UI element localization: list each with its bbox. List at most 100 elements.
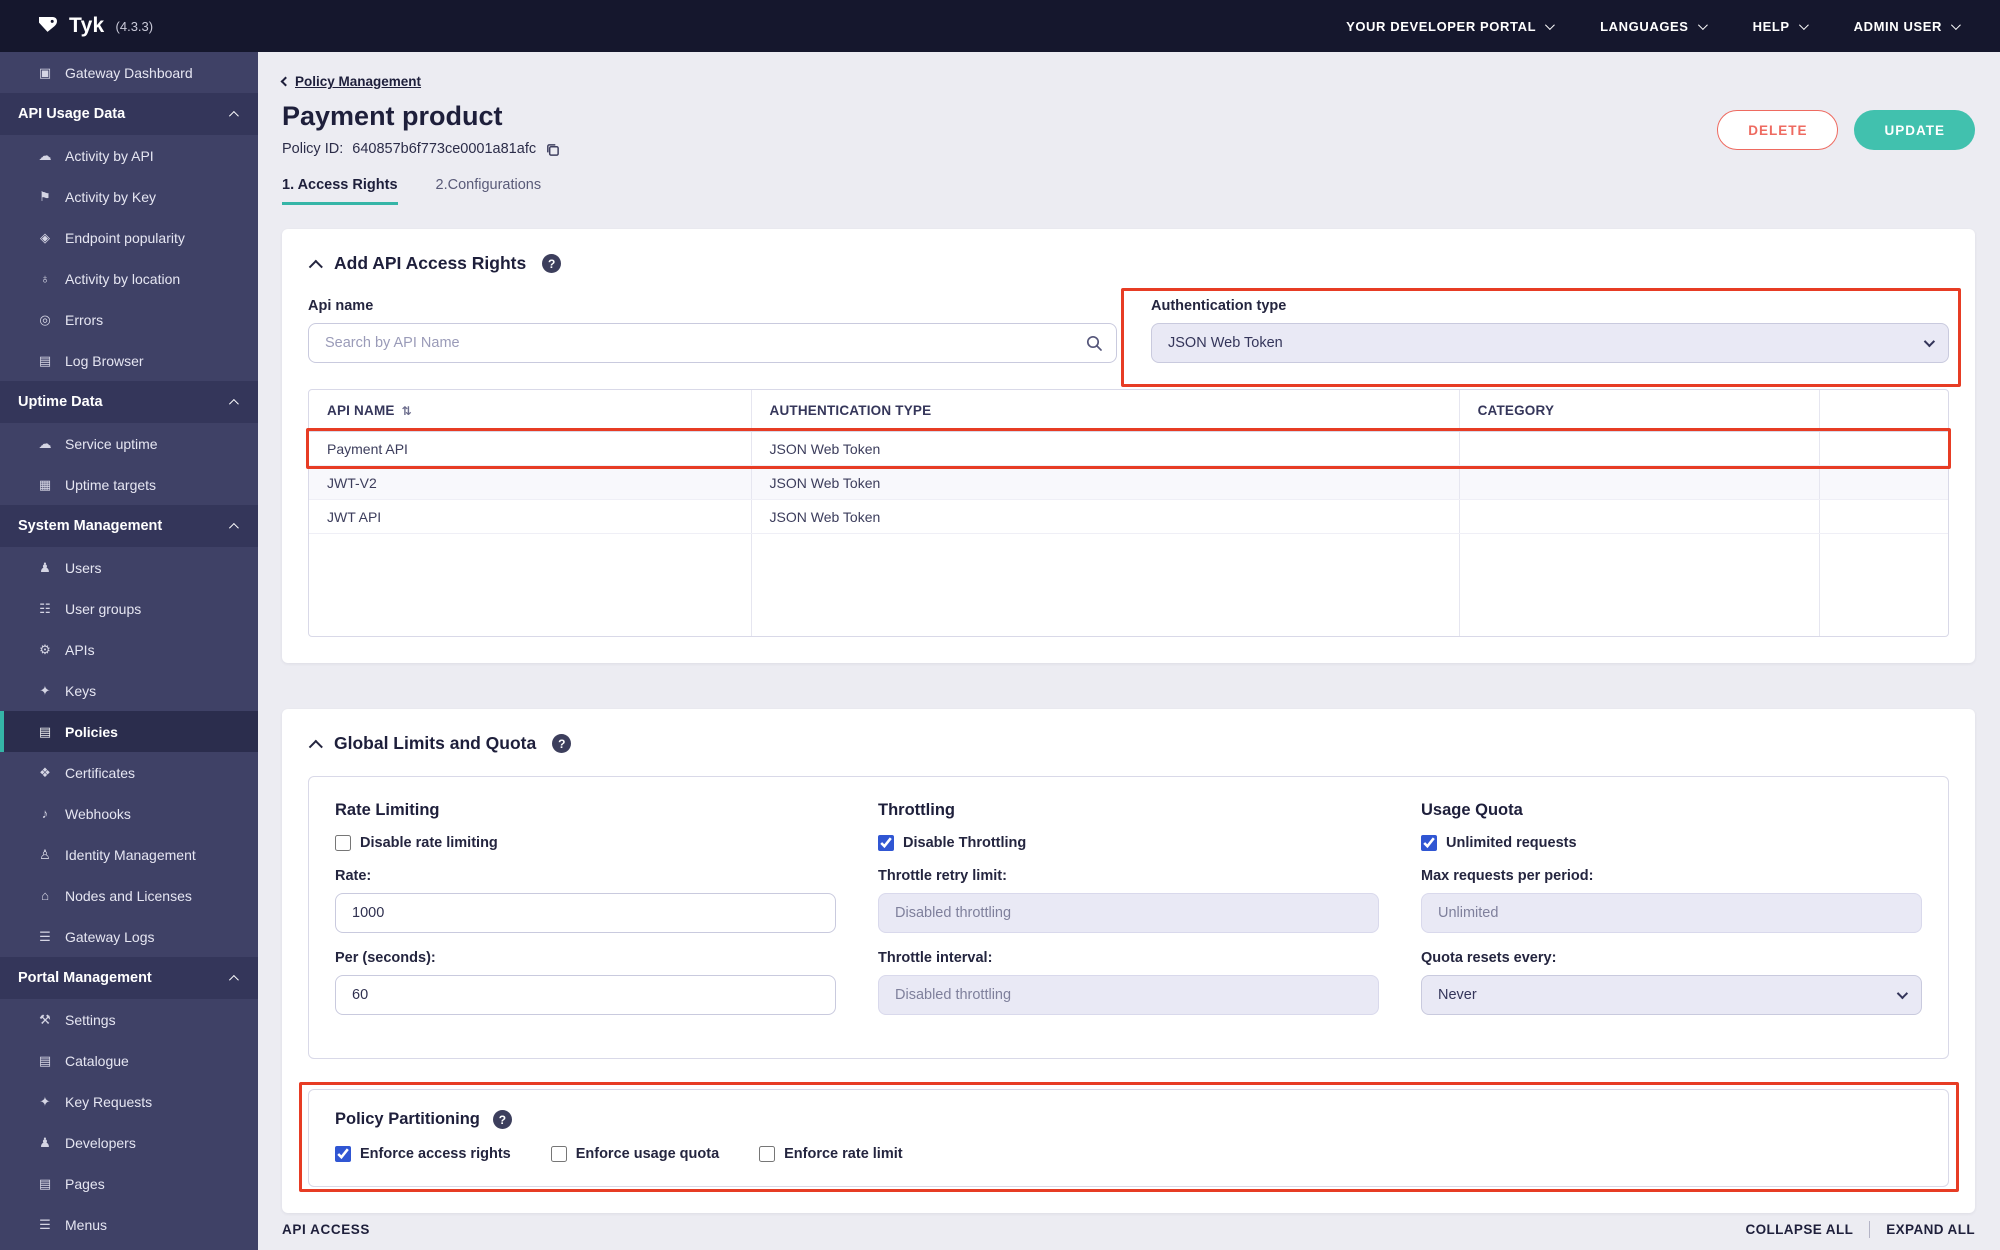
sidebar-item-log-browser[interactable]: ▤ Log Browser	[0, 340, 258, 381]
sidebar-item-key-requests[interactable]: ✦ Key Requests	[0, 1081, 258, 1122]
sidebar-item-label: Activity by location	[65, 270, 181, 287]
log-browser-icon: ▤	[38, 352, 52, 368]
chevron-up-icon	[228, 522, 239, 533]
help-icon[interactable]: ?	[552, 734, 572, 753]
update-button[interactable]: UPDATE	[1854, 110, 1975, 150]
menu-admin-user[interactable]: ADMIN USER	[1854, 19, 1961, 34]
sidebar-item-label: Settings	[65, 1011, 116, 1028]
max-requests-label: Max requests per period:	[1421, 868, 1594, 884]
sidebar-item-uptime-targets[interactable]: ▦ Uptime targets	[0, 464, 258, 505]
sidebar-item-keys[interactable]: ✦ Keys	[0, 670, 258, 711]
per-seconds-field: Per (seconds):	[335, 950, 836, 1015]
disable-rate-limiting-checkbox[interactable]	[335, 835, 351, 851]
sidebar-item-developers[interactable]: ♟ Developers	[0, 1122, 258, 1163]
help-icon[interactable]: ?	[492, 1110, 512, 1129]
rate-limiting-title: Rate Limiting	[335, 801, 440, 819]
collapse-chevron-icon[interactable]	[308, 739, 323, 754]
users-icon: ♟	[39, 559, 51, 575]
disable-throttling-option[interactable]: Disable Throttling	[878, 835, 1379, 851]
partition-option-enforce-access-rights[interactable]: Enforce access rights	[335, 1146, 511, 1162]
sidebar-item-errors[interactable]: ◎ Errors	[0, 299, 258, 340]
column-header-api-name[interactable]: API NAME ⇅	[309, 390, 752, 431]
menu-help[interactable]: HELP	[1753, 19, 1809, 34]
checkbox-label: Disable Throttling	[903, 835, 1027, 851]
sidebar-item-certificates[interactable]: ❖ Certificates	[0, 752, 258, 793]
sidebar-item-settings[interactable]: ⚒ Settings	[0, 999, 258, 1040]
key-requests-icon: ✦	[39, 1093, 51, 1109]
column-header-empty	[1820, 390, 1948, 431]
rate-input[interactable]	[335, 893, 836, 933]
sidebar-item-label: Webhooks	[65, 805, 131, 822]
partition-checkbox[interactable]	[550, 1146, 567, 1162]
sidebar-item-label: Key Requests	[65, 1093, 153, 1110]
partition-checkbox[interactable]	[759, 1146, 776, 1162]
unlimited-requests-checkbox[interactable]	[1421, 835, 1437, 851]
per-seconds-input[interactable]	[335, 975, 836, 1015]
sidebar-section-uptime-data[interactable]: Uptime Data	[0, 381, 258, 423]
sidebar-item-activity-by-location[interactable]: ♁ Activity by location	[0, 258, 258, 299]
sidebar-item-webhooks[interactable]: ♪ Webhooks	[0, 793, 258, 834]
menu-developer-portal[interactable]: YOUR DEVELOPER PORTAL	[1346, 18, 1555, 34]
sidebar-item-nodes-and-licenses[interactable]: ⌂ Nodes and Licenses	[0, 875, 258, 916]
sidebar-item-user-groups[interactable]: ☷ User groups	[0, 588, 258, 629]
disable-throttling-checkbox[interactable]	[878, 835, 894, 851]
table-row-jwt-v2[interactable]: JWT-V2 JSON Web Token	[309, 466, 1948, 500]
sidebar-item-gateway-dashboard[interactable]: ▣ Gateway Dashboard	[0, 52, 258, 93]
sidebar-item-activity-by-key[interactable]: ⚑ Activity by Key	[0, 176, 258, 217]
sidebar-item-activity-by-api[interactable]: ☁ Activity by API	[0, 135, 258, 176]
keys-icon: ✦	[39, 682, 51, 698]
quota-resets-field: Quota resets every: Never	[1421, 950, 1922, 1015]
sidebar-item-catalogue[interactable]: ▤ Catalogue	[0, 1040, 258, 1081]
sidebar-item-policies[interactable]: ▤ Policies	[0, 711, 258, 752]
sidebar-item-identity-management[interactable]: ♙ Identity Management	[0, 834, 258, 875]
sidebar-section-api-usage-data[interactable]: API Usage Data	[0, 93, 258, 135]
sidebar-section-system-management[interactable]: System Management	[0, 505, 258, 547]
sidebar-item-service-uptime[interactable]: ☁ Service uptime	[0, 423, 258, 464]
unlimited-requests-option[interactable]: Unlimited requests	[1421, 835, 1922, 851]
sort-icon[interactable]: ⇅	[402, 404, 412, 418]
chevron-down-icon	[1896, 987, 1909, 1000]
collapse-chevron-icon[interactable]	[308, 259, 323, 274]
menu-label: YOUR DEVELOPER PORTAL	[1346, 18, 1537, 34]
sidebar-item-label: Activity by Key	[65, 188, 157, 205]
tab-2[interactable]: 2.Configurations	[436, 177, 542, 205]
policy-id-value: 640857b6f773ce0001a81afc	[352, 141, 537, 157]
max-requests-input	[1421, 893, 1922, 933]
auth-type-select[interactable]: JSON Web Token	[1151, 323, 1949, 363]
sidebar-section-portal-management[interactable]: Portal Management	[0, 957, 258, 999]
breadcrumb[interactable]: Policy Management	[280, 74, 1975, 89]
copy-icon[interactable]	[545, 142, 560, 157]
help-icon[interactable]: ?	[542, 254, 562, 273]
partition-option-enforce-rate-limit[interactable]: Enforce rate limit	[759, 1146, 903, 1162]
sidebar-item-endpoint-popularity[interactable]: ◈ Endpoint popularity	[0, 217, 258, 258]
menu-languages[interactable]: LANGUAGES	[1600, 19, 1708, 34]
service-uptime-icon: ☁	[38, 435, 52, 451]
partition-option-enforce-usage-quota[interactable]: Enforce usage quota	[550, 1146, 719, 1162]
tyk-logo[interactable]: Tyk (4.3.3)	[0, 14, 153, 38]
table-row-jwt-api[interactable]: JWT API JSON Web Token	[309, 500, 1948, 534]
tab-1[interactable]: 1. Access Rights	[282, 177, 398, 205]
activity-by-location-icon: ♁	[40, 271, 50, 286]
chevron-up-icon	[228, 110, 239, 121]
quota-resets-select[interactable]: Never	[1421, 975, 1922, 1015]
limits-card: Global Limits and Quota ? Rate Limiting …	[282, 709, 1975, 1213]
sidebar-item-label: Errors	[65, 311, 104, 328]
partition-checkbox[interactable]	[335, 1146, 351, 1162]
disable-rate-limiting-option[interactable]: Disable rate limiting	[335, 835, 836, 851]
throttle-retry-input	[878, 893, 1379, 933]
gateway-dashboard-icon: ▣	[38, 64, 52, 80]
api-search-input[interactable]	[308, 323, 1117, 363]
sidebar-item-menus[interactable]: ☰ Menus	[0, 1204, 258, 1245]
access-rights-form: Api name Authentication type JSON Web To…	[308, 288, 1961, 387]
collapse-all-button[interactable]: COLLAPSE ALL	[1745, 1222, 1853, 1237]
sidebar-item-apis[interactable]: ⚙ APIs	[0, 629, 258, 670]
sidebar-item-gateway-logs[interactable]: ☰ Gateway Logs	[0, 916, 258, 957]
sidebar-item-users[interactable]: ♟ Users	[0, 547, 258, 588]
delete-button[interactable]: DELETE	[1717, 110, 1839, 150]
category-cell	[1460, 432, 1821, 465]
expand-all-button[interactable]: EXPAND ALL	[1886, 1222, 1975, 1237]
sidebar-section-label: System Management	[18, 518, 163, 534]
sidebar-item-pages[interactable]: ▤ Pages	[0, 1163, 258, 1204]
table-row-payment-api[interactable]: Payment API JSON Web Token	[306, 428, 1951, 469]
sidebar-item-label: Certificates	[65, 764, 136, 781]
